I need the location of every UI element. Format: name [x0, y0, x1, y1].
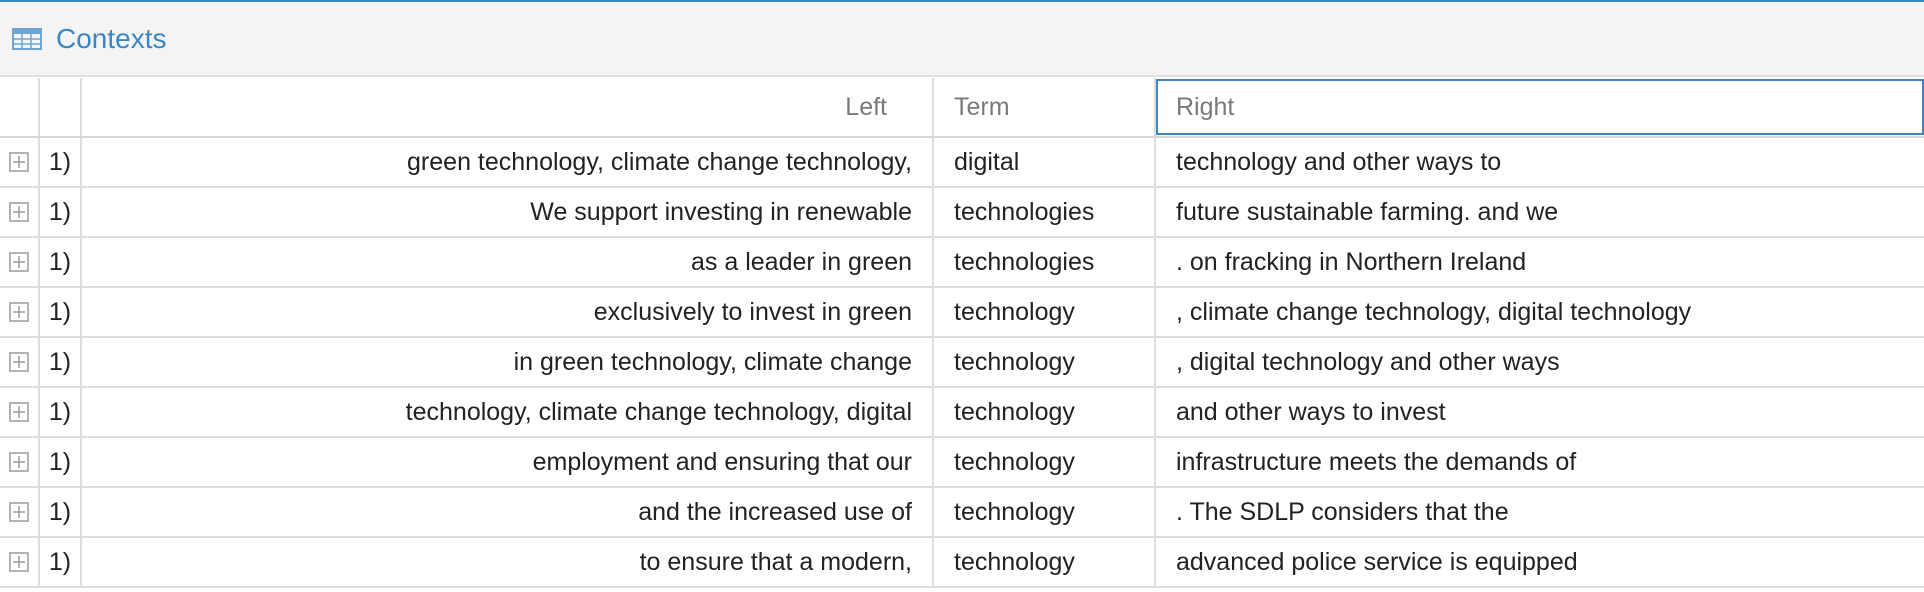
term: digital [934, 138, 1156, 186]
plus-square-icon [9, 352, 29, 372]
plus-square-icon [9, 152, 29, 172]
left-context: and the increased use of [82, 488, 934, 536]
right-context: infrastructure meets the demands of [1176, 447, 1577, 476]
header-num-cell [40, 78, 82, 136]
expand-button[interactable] [0, 438, 40, 486]
row-number: 1) [40, 488, 82, 536]
plus-square-icon [9, 452, 29, 472]
table-row[interactable]: 1) employment and ensuring that our tech… [0, 438, 1924, 488]
term: technologies [934, 188, 1156, 236]
table-row[interactable]: 1) and the increased use of technology .… [0, 488, 1924, 538]
expand-button[interactable] [0, 488, 40, 536]
right-context: and other ways to invest [1176, 397, 1446, 426]
plus-square-icon [9, 552, 29, 572]
column-header-left[interactable]: Left [82, 78, 934, 136]
right-context: . on fracking in Northern Ireland [1176, 247, 1527, 276]
right-context: advanced police service is equipped [1176, 547, 1578, 576]
header-expand-cell [0, 78, 40, 136]
contexts-panel: Contexts Left Term Right 1) green techno… [0, 0, 1924, 592]
row-number: 1) [40, 138, 82, 186]
plus-square-icon [9, 502, 29, 522]
row-number: 1) [40, 188, 82, 236]
row-number: 1) [40, 538, 82, 586]
expand-button[interactable] [0, 338, 40, 386]
term: technology [934, 338, 1156, 386]
table-row[interactable]: 1) exclusively to invest in green techno… [0, 288, 1924, 338]
right-context: , climate change technology, digital tec… [1176, 297, 1692, 326]
row-number: 1) [40, 288, 82, 336]
panel-header: Contexts [0, 2, 1924, 77]
table-row[interactable]: 1) We support investing in renewable tec… [0, 188, 1924, 238]
column-header-right[interactable]: Right [1156, 79, 1924, 135]
term: technology [934, 488, 1156, 536]
row-number: 1) [40, 388, 82, 436]
left-context: employment and ensuring that our [82, 438, 934, 486]
term: technology [934, 388, 1156, 436]
table-row[interactable]: 1) to ensure that a modern, technology a… [0, 538, 1924, 588]
table-header-row: Left Term Right [0, 78, 1924, 138]
plus-square-icon [9, 202, 29, 222]
term: technology [934, 288, 1156, 336]
row-number: 1) [40, 338, 82, 386]
table-row[interactable]: 1) as a leader in green technologies . o… [0, 238, 1924, 288]
right-context: . The SDLP considers that the [1176, 497, 1509, 526]
table-row[interactable]: 1) green technology, climate change tech… [0, 138, 1924, 188]
plus-square-icon [9, 402, 29, 422]
panel-title: Contexts [56, 22, 167, 54]
column-header-term[interactable]: Term [934, 78, 1156, 136]
contexts-table: Left Term Right 1) green technology, cli… [0, 78, 1924, 588]
left-context: in green technology, climate change [82, 338, 934, 386]
plus-square-icon [9, 252, 29, 272]
row-number: 1) [40, 438, 82, 486]
term: technology [934, 538, 1156, 586]
table-row[interactable]: 1) in green technology, climate change t… [0, 338, 1924, 388]
term: technologies [934, 238, 1156, 286]
right-context: future sustainable farming. and we [1176, 197, 1559, 226]
left-context: as a leader in green [82, 238, 934, 286]
right-context: , digital technology and other ways [1176, 347, 1560, 376]
expand-button[interactable] [0, 138, 40, 186]
expand-button[interactable] [0, 188, 40, 236]
expand-button[interactable] [0, 388, 40, 436]
table-body: 1) green technology, climate change tech… [0, 138, 1924, 588]
table-icon [12, 27, 42, 50]
left-context: exclusively to invest in green [82, 288, 934, 336]
left-context: to ensure that a modern, [82, 538, 934, 586]
expand-button[interactable] [0, 288, 40, 336]
table-row[interactable]: 1) technology, climate change technology… [0, 388, 1924, 438]
left-context: green technology, climate change technol… [82, 138, 934, 186]
right-context: technology and other ways to [1176, 147, 1502, 176]
left-context: We support investing in renewable [82, 188, 934, 236]
plus-square-icon [9, 302, 29, 322]
term: technology [934, 438, 1156, 486]
expand-button[interactable] [0, 538, 40, 586]
left-context: technology, climate change technology, d… [82, 388, 934, 436]
row-number: 1) [40, 238, 82, 286]
expand-button[interactable] [0, 238, 40, 286]
